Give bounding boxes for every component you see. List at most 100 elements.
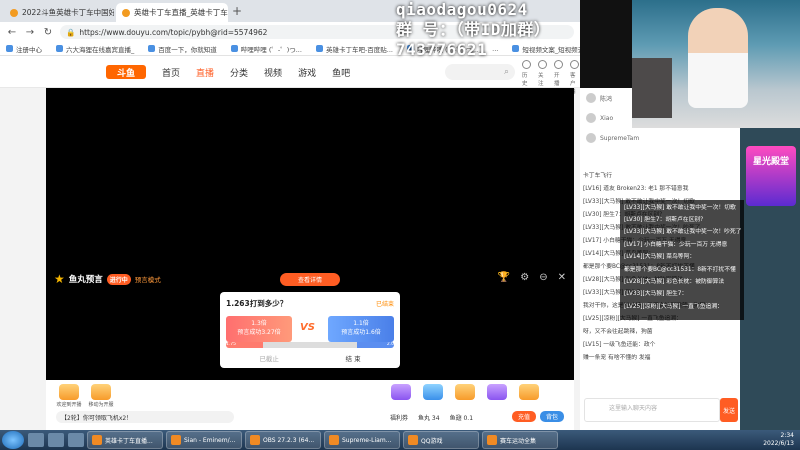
recharge-button[interactable]: 充值	[512, 411, 537, 422]
gift-item[interactable]: 移动为开服	[86, 384, 116, 408]
system-clock[interactable]: 2:34 2022/6/13	[763, 432, 794, 448]
prediction-footer: 已截止 结 束	[226, 353, 394, 363]
overlay-message: [LV28][大马猴] 彩色长枕：被防御算法	[624, 279, 725, 286]
overlay-message: [LV14][大马猴] 菜鸟等阿：	[624, 254, 696, 261]
nav-video[interactable]: 视频	[264, 66, 282, 79]
window-icon	[329, 435, 339, 445]
qq-icon	[408, 435, 418, 445]
nav-home[interactable]: 首页	[162, 66, 180, 79]
prediction-end-button[interactable]: 结 束	[346, 353, 361, 363]
gift-item[interactable]	[418, 384, 448, 401]
chat-input[interactable]: 这里输入聊天内容	[584, 398, 720, 422]
vs-label: VS	[300, 322, 315, 333]
bookmark[interactable]: 六大海狸在线嘉宾直播_	[56, 44, 134, 54]
option-a-rate: 1.3倍	[251, 320, 267, 327]
gift-icon	[423, 384, 443, 400]
prediction-ratio-bar: 1.75 2.0	[226, 342, 394, 348]
promo-banner[interactable]: 星光殿堂	[746, 146, 796, 206]
game-icon	[487, 435, 497, 445]
prediction-option-b[interactable]: 1.1倍 预言成功1.6倍	[328, 316, 394, 342]
gift-item[interactable]	[482, 384, 512, 401]
gift-notice: 【2轮】你可领取飞机x2！	[56, 411, 234, 423]
bookmark-icon	[315, 45, 323, 52]
coupon-label[interactable]: 福利券	[390, 413, 408, 422]
settings-icon[interactable]: ⚙	[520, 272, 529, 283]
tab-title: 英雄卡丁车直播_英雄卡丁车直...	[134, 8, 228, 17]
task-browser[interactable]: 英雄卡丁车直播...	[87, 431, 163, 449]
back-icon[interactable]: ←	[6, 27, 18, 38]
forward-icon[interactable]: →	[24, 27, 36, 38]
windows-taskbar: 英雄卡丁车直播... Sian - Eminem/... OBS 27.2.3 …	[0, 430, 800, 450]
overlay-message: [LV25][凉粉][大马猴] 一直飞鱼追溯：	[624, 303, 723, 310]
close-icon[interactable]: ✕	[558, 272, 566, 283]
task-racing[interactable]: 赛车运动全集	[482, 431, 558, 449]
new-tab-icon[interactable]: +	[232, 4, 242, 18]
explorer-icon[interactable]	[28, 433, 44, 447]
overlay-message: [LV33][大马猴] 敢不敢让我中奖一次！吵死了	[624, 229, 742, 236]
reload-icon[interactable]: ↻	[42, 27, 54, 38]
gift-icon	[391, 384, 411, 400]
chat-message: 卡丁车飞行	[583, 173, 612, 179]
start-button[interactable]	[2, 431, 24, 449]
player-controls: 🏆 ⚙ ⊖ ✕	[498, 272, 566, 283]
avatar	[586, 133, 596, 143]
chat-message: 呀，又不会往起跳辣，狗菌	[583, 329, 653, 335]
rank-item[interactable]: SupremeTam	[580, 128, 740, 148]
bookmark[interactable]: 注册中心	[6, 44, 42, 54]
clock-time: 2:34	[780, 432, 794, 439]
gift-bar: 欢迎到开播 移动为开服 【2轮】你可领取飞机x2！ 福利券 鱼丸 34 鱼翅 0…	[46, 380, 574, 430]
bookmark[interactable]: 哔哩哔哩 (゜-゜)つ...	[230, 44, 302, 54]
send-button[interactable]: 发送	[720, 398, 738, 422]
gift-item[interactable]	[386, 384, 416, 401]
minus-circle-icon[interactable]: ⊖	[539, 272, 547, 283]
bookmark-icon	[6, 45, 13, 52]
task-obs[interactable]: OBS 27.2.3 (64...	[245, 431, 321, 449]
overlay-message: [LV17] 小白糖干猫：少玩一百万 无得意	[624, 241, 728, 248]
nav-category[interactable]: 分类	[230, 66, 248, 79]
overlay-message: 都是那个要BC@cc31531：8新不打扰不懂	[624, 266, 736, 273]
gift-item[interactable]	[450, 384, 480, 401]
site-search-input[interactable]: ⌕	[445, 64, 515, 80]
nav-live[interactable]: 直播	[196, 66, 214, 79]
view-detail-button[interactable]: 查看详情	[280, 273, 340, 286]
app-icon[interactable]	[68, 433, 84, 447]
status-badge: 进行中	[106, 273, 131, 285]
ratio-left: 1.75	[226, 342, 263, 348]
preview-mode[interactable]: 预言模式	[135, 274, 161, 284]
music-icon	[171, 435, 181, 445]
bookmark[interactable]: 百度一下，你就知道	[148, 44, 217, 54]
task-qqgame[interactable]: QQ游戏	[403, 431, 479, 449]
bookmark-icon	[56, 45, 63, 52]
task-window[interactable]: Supreme-Liam...	[324, 431, 400, 449]
tab-1[interactable]: 2022斗鱼英雄卡丁车中国好司机 ×	[4, 3, 114, 22]
gift-icon	[519, 384, 539, 400]
firefox-icon	[92, 435, 102, 445]
webcam-feed	[632, 0, 800, 128]
gift-item[interactable]	[514, 384, 544, 401]
backpack-button[interactable]: 背包	[540, 411, 565, 422]
streamer-contact-overlay: qiaodagou0624 群 号：（带ID加群） 743776621	[396, 0, 632, 64]
option-b-rate: 1.1倍	[353, 320, 369, 327]
search-icon[interactable]: ⌕	[504, 67, 509, 77]
overlay-message: [LV33][大马猴] 敢不敢让我中奖一次！切歌	[624, 204, 736, 211]
lock-icon: 🔒	[66, 27, 76, 37]
avatar	[586, 113, 596, 123]
bookmark[interactable]: 英雄卡丁车吧-百度贴...	[315, 44, 393, 54]
overlay-message: [LV30] 胆生7：胡斯卢在区别？	[624, 217, 706, 224]
tab-2[interactable]: 英雄卡丁车直播_英雄卡丁车直... ×	[116, 3, 228, 22]
prediction-question: 1.263打到多少？	[226, 299, 288, 308]
gift-item[interactable]: 欢迎到开播	[54, 384, 84, 408]
main-nav: 首页 直播 分类 视频 游戏 鱼吧	[162, 66, 350, 79]
task-music[interactable]: Sian - Eminem/...	[166, 431, 242, 449]
browser-window: 2022斗鱼英雄卡丁车中国好司机 × 英雄卡丁车直播_英雄卡丁车直... × +…	[0, 0, 580, 430]
nav-yuba[interactable]: 鱼吧	[332, 66, 350, 79]
chat-message: [LV16] 道友 Broken23: 老1 那不错意我	[583, 186, 689, 192]
chat-message: 赚一条宠 有啥不懂的 发福	[583, 355, 651, 361]
prediction-option-a[interactable]: 1.3倍 预言成功3.27倍	[226, 316, 292, 342]
app-icon[interactable]	[48, 433, 64, 447]
trophy-icon[interactable]: 🏆	[498, 272, 510, 283]
nav-games[interactable]: 游戏	[298, 66, 316, 79]
player-prediction-bar: ★ 鱼丸预言 进行中 预言模式 查看详情 🏆 ⚙ ⊖ ✕	[46, 268, 574, 290]
prediction-status: 已结束	[375, 301, 394, 308]
douyu-logo[interactable]: 斗鱼	[106, 65, 146, 79]
